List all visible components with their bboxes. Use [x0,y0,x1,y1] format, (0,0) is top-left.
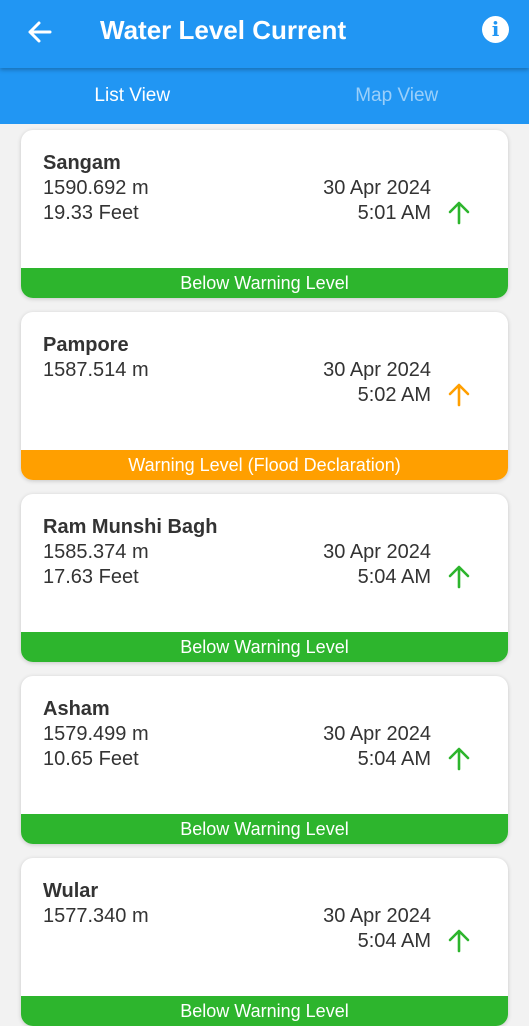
reading-time: 5:04 AM [358,748,431,771]
page-title: Water Level Current [100,14,346,46]
tab-map-view[interactable]: Map View [265,68,529,124]
back-button[interactable] [22,14,58,50]
trend-up-icon [446,746,472,772]
trend-up-icon [446,382,472,408]
level-feet: 10.65 Feet [43,748,139,771]
reading-date: 30 Apr 2024 [323,723,431,746]
trend-up-icon [446,200,472,226]
level-meters: 1590.692 m [43,177,149,200]
reading-date: 30 Apr 2024 [323,177,431,200]
station-card[interactable]: Wular 1577.340 m 30 Apr 2024 5:04 AM Bel… [21,858,508,1026]
station-card[interactable]: Sangam 1590.692 m 19.33 Feet 30 Apr 2024… [21,130,508,298]
station-name: Sangam [43,152,121,175]
reading-date: 30 Apr 2024 [323,359,431,382]
reading-time: 5:01 AM [358,202,431,225]
status-badge: Below Warning Level [21,268,508,298]
station-list: Sangam 1590.692 m 19.33 Feet 30 Apr 2024… [0,124,529,1024]
reading-time: 5:04 AM [358,566,431,589]
station-name: Pampore [43,334,129,357]
status-badge: Below Warning Level [21,814,508,844]
reading-date: 30 Apr 2024 [323,541,431,564]
level-meters: 1587.514 m [43,359,149,382]
app-bar: Water Level Current i [0,0,529,68]
status-badge: Below Warning Level [21,632,508,662]
info-icon: i [492,17,500,41]
tab-list-view[interactable]: List View [0,68,265,124]
station-card[interactable]: Pampore 1587.514 m 30 Apr 2024 5:02 AM W… [21,312,508,480]
level-feet: 19.33 Feet [43,202,139,225]
trend-up-icon [446,564,472,590]
back-arrow-icon [22,14,58,50]
level-meters: 1579.499 m [43,723,149,746]
level-meters: 1577.340 m [43,905,149,928]
station-name: Asham [43,698,110,721]
station-name: Ram Munshi Bagh [43,516,217,539]
level-feet: 17.63 Feet [43,566,139,589]
status-badge: Below Warning Level [21,996,508,1026]
status-badge: Warning Level (Flood Declaration) [21,450,508,480]
station-card[interactable]: Asham 1579.499 m 10.65 Feet 30 Apr 2024 … [21,676,508,844]
reading-time: 5:04 AM [358,930,431,953]
station-card[interactable]: Ram Munshi Bagh 1585.374 m 17.63 Feet 30… [21,494,508,662]
level-meters: 1585.374 m [43,541,149,564]
trend-up-icon [446,928,472,954]
reading-date: 30 Apr 2024 [323,905,431,928]
view-tabs: List View Map View [0,68,529,124]
info-button[interactable]: i [482,16,509,43]
station-name: Wular [43,880,98,903]
reading-time: 5:02 AM [358,384,431,407]
